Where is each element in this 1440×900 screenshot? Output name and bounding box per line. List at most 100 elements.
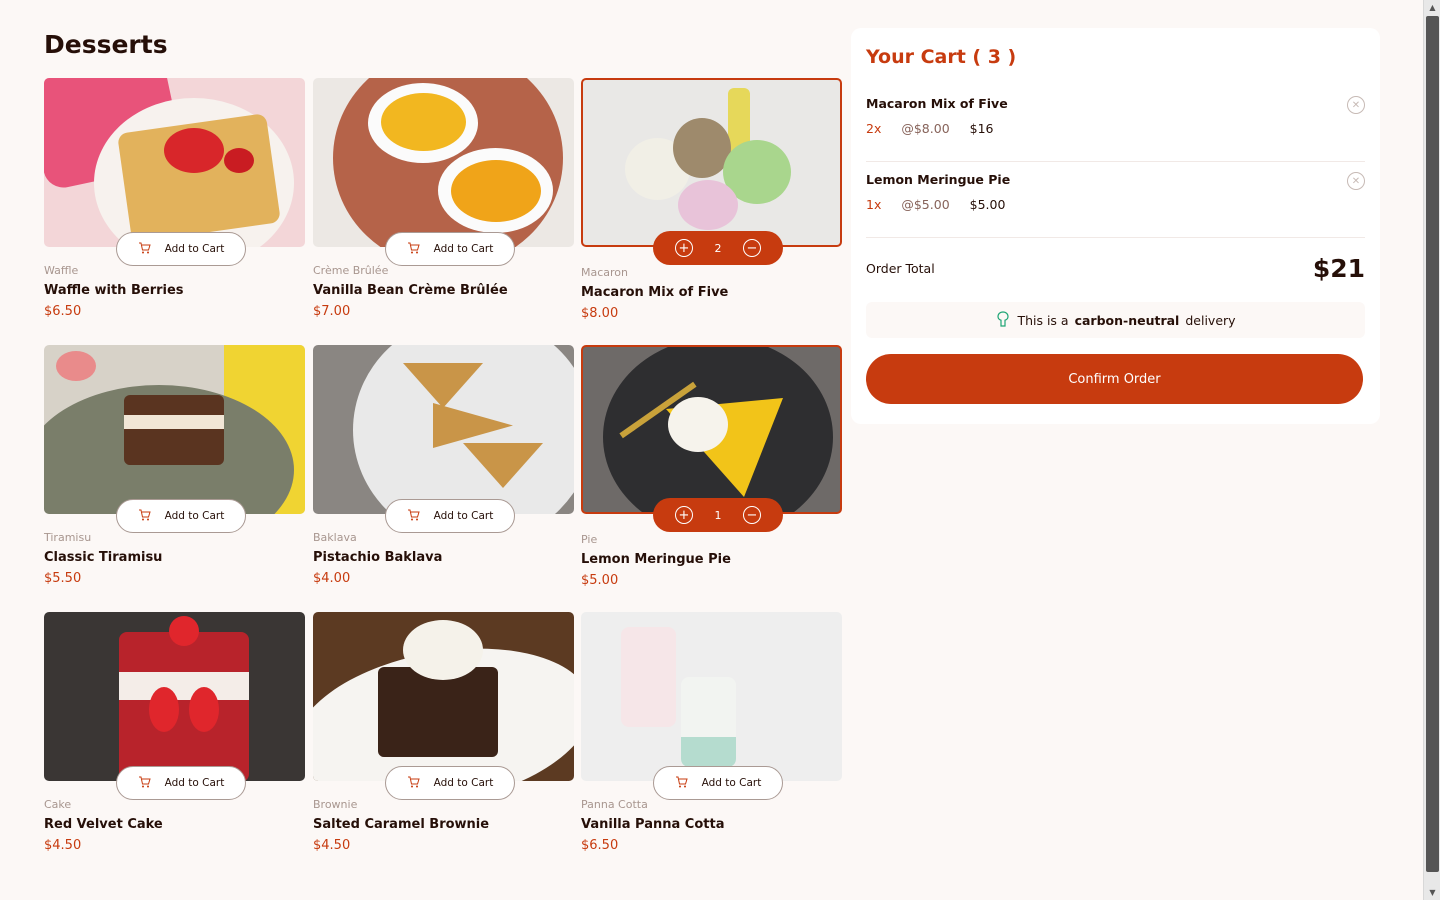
product-category: Waffle: [44, 264, 79, 277]
cart-plus-icon: [407, 242, 420, 257]
close-circle-icon[interactable]: ✕: [1347, 172, 1365, 190]
scroll-up-arrow-icon[interactable]: ▲: [1424, 0, 1440, 15]
add-to-cart-button[interactable]: Add to Cart: [385, 766, 515, 800]
product-category: Brownie: [313, 798, 358, 811]
page-title: Desserts: [44, 30, 168, 59]
product-name: Pistachio Baklava: [313, 550, 443, 565]
cart-item: Macaron Mix of Five 2x @$8.00 $16 ✕: [866, 96, 1365, 162]
product-card-selected: + 2 − Macaron Macaron Mix of Five $8.00: [581, 78, 842, 328]
cart-plus-icon: [675, 776, 688, 791]
cart-item-total: $5.00: [969, 197, 1006, 212]
minus-circle-icon[interactable]: −: [743, 239, 761, 257]
quantity-stepper: + 2 −: [653, 231, 783, 265]
add-to-cart-button[interactable]: Add to Cart: [116, 499, 246, 533]
order-total-label: Order Total: [866, 260, 935, 276]
product-image-macaron: [581, 78, 842, 247]
add-to-cart-button[interactable]: Add to Cart: [385, 499, 515, 533]
cart-item-name: Lemon Meringue Pie: [866, 172, 1011, 187]
product-price: $4.50: [44, 838, 82, 853]
product-card: Add to Cart Crème Brûlée Vanilla Bean Cr…: [313, 78, 574, 328]
product-image-pie: [581, 345, 842, 514]
product-category: Tiramisu: [44, 531, 92, 544]
product-image-brownie: [313, 612, 574, 781]
product-category: Pie: [581, 533, 598, 546]
product-image-cake: [44, 612, 305, 781]
carbon-neutral-notice: This is a carbon-neutral delivery: [866, 302, 1365, 338]
product-price: $6.50: [581, 838, 619, 853]
cart-title: Your Cart ( 3 ): [866, 46, 1017, 68]
product-card-selected: + 1 − Pie Lemon Meringue Pie $5.00: [581, 345, 842, 595]
product-price: $5.00: [581, 573, 619, 588]
product-image-panna-cotta: [581, 612, 842, 781]
product-category: Baklava: [313, 531, 357, 544]
add-to-cart-label: Add to Cart: [701, 777, 762, 789]
cart-item: Lemon Meringue Pie 1x @$5.00 $5.00 ✕: [866, 172, 1365, 238]
carbon-prefix: This is a: [1017, 312, 1069, 328]
add-to-cart-label: Add to Cart: [164, 777, 225, 789]
scroll-thumb[interactable]: [1426, 16, 1439, 872]
product-category: Crème Brûlée: [313, 264, 389, 277]
add-to-cart-label: Add to Cart: [164, 510, 225, 522]
add-to-cart-button[interactable]: Add to Cart: [385, 232, 515, 266]
product-name: Classic Tiramisu: [44, 550, 163, 565]
product-image-tiramisu: [44, 345, 305, 514]
cart-plus-icon: [407, 509, 420, 524]
product-card: Add to Cart Baklava Pistachio Baklava $4…: [313, 345, 574, 595]
cart-item-quantity: 1x: [866, 197, 882, 212]
product-card: Add to Cart Brownie Salted Caramel Brown…: [313, 612, 574, 862]
product-name: Vanilla Bean Crème Brûlée: [313, 283, 508, 298]
product-name: Lemon Meringue Pie: [581, 552, 731, 567]
scrollbar[interactable]: ▲ ▼: [1423, 0, 1440, 900]
product-price: $5.50: [44, 571, 82, 586]
product-price: $8.00: [581, 306, 619, 321]
plus-circle-icon[interactable]: +: [675, 239, 693, 257]
scroll-down-arrow-icon[interactable]: ▼: [1424, 885, 1440, 900]
cart-item-unit-price: @$5.00: [901, 197, 950, 212]
quantity-value: 2: [714, 241, 722, 255]
product-image-creme-brulee: [313, 78, 574, 247]
add-to-cart-button[interactable]: Add to Cart: [653, 766, 783, 800]
cart-item-name: Macaron Mix of Five: [866, 96, 1008, 111]
add-to-cart-label: Add to Cart: [433, 243, 494, 255]
cart-item-unit-price: @$8.00: [901, 121, 950, 136]
product-name: Waffle with Berries: [44, 283, 184, 298]
product-image-baklava: [313, 345, 574, 514]
product-card: Add to Cart Tiramisu Classic Tiramisu $5…: [44, 345, 305, 595]
plus-circle-icon[interactable]: +: [675, 506, 693, 524]
carbon-bold: carbon-neutral: [1074, 312, 1180, 328]
minus-circle-icon[interactable]: −: [743, 506, 761, 524]
carbon-suffix: delivery: [1185, 312, 1236, 328]
cart-panel: Your Cart ( 3 ) Macaron Mix of Five 2x @…: [851, 28, 1380, 424]
cart-plus-icon: [138, 509, 151, 524]
quantity-value: 1: [714, 508, 722, 522]
quantity-stepper: + 1 −: [653, 498, 783, 532]
add-to-cart-button[interactable]: Add to Cart: [116, 232, 246, 266]
cart-item-details: 1x @$5.00 $5.00: [866, 197, 1365, 212]
product-price: $6.50: [44, 304, 82, 319]
product-name: Macaron Mix of Five: [581, 285, 729, 300]
add-to-cart-label: Add to Cart: [164, 243, 225, 255]
product-name: Red Velvet Cake: [44, 817, 163, 832]
confirm-order-button[interactable]: Confirm Order: [866, 354, 1363, 404]
product-card: Add to Cart Cake Red Velvet Cake $4.50: [44, 612, 305, 862]
cart-plus-icon: [138, 776, 151, 791]
cart-plus-icon: [407, 776, 420, 791]
cart-item-total: $16: [969, 121, 994, 136]
add-to-cart-label: Add to Cart: [433, 777, 494, 789]
order-total-value: $21: [1312, 253, 1365, 283]
add-to-cart-button[interactable]: Add to Cart: [116, 766, 246, 800]
cart-item-details: 2x @$8.00 $16: [866, 121, 1365, 136]
product-price: $4.00: [313, 571, 351, 586]
product-card: Add to Cart Waffle Waffle with Berries $…: [44, 78, 305, 328]
cart-plus-icon: [138, 242, 151, 257]
product-category: Macaron: [581, 266, 629, 279]
close-circle-icon[interactable]: ✕: [1347, 96, 1365, 114]
product-name: Salted Caramel Brownie: [313, 817, 490, 832]
product-image-waffle: [44, 78, 305, 247]
product-card: Add to Cart Panna Cotta Vanilla Panna Co…: [581, 612, 842, 862]
product-price: $7.00: [313, 304, 351, 319]
cart-item-quantity: 2x: [866, 121, 882, 136]
product-price: $4.50: [313, 838, 351, 853]
tree-icon: [995, 310, 1011, 330]
order-total: Order Total $21: [866, 248, 1365, 288]
